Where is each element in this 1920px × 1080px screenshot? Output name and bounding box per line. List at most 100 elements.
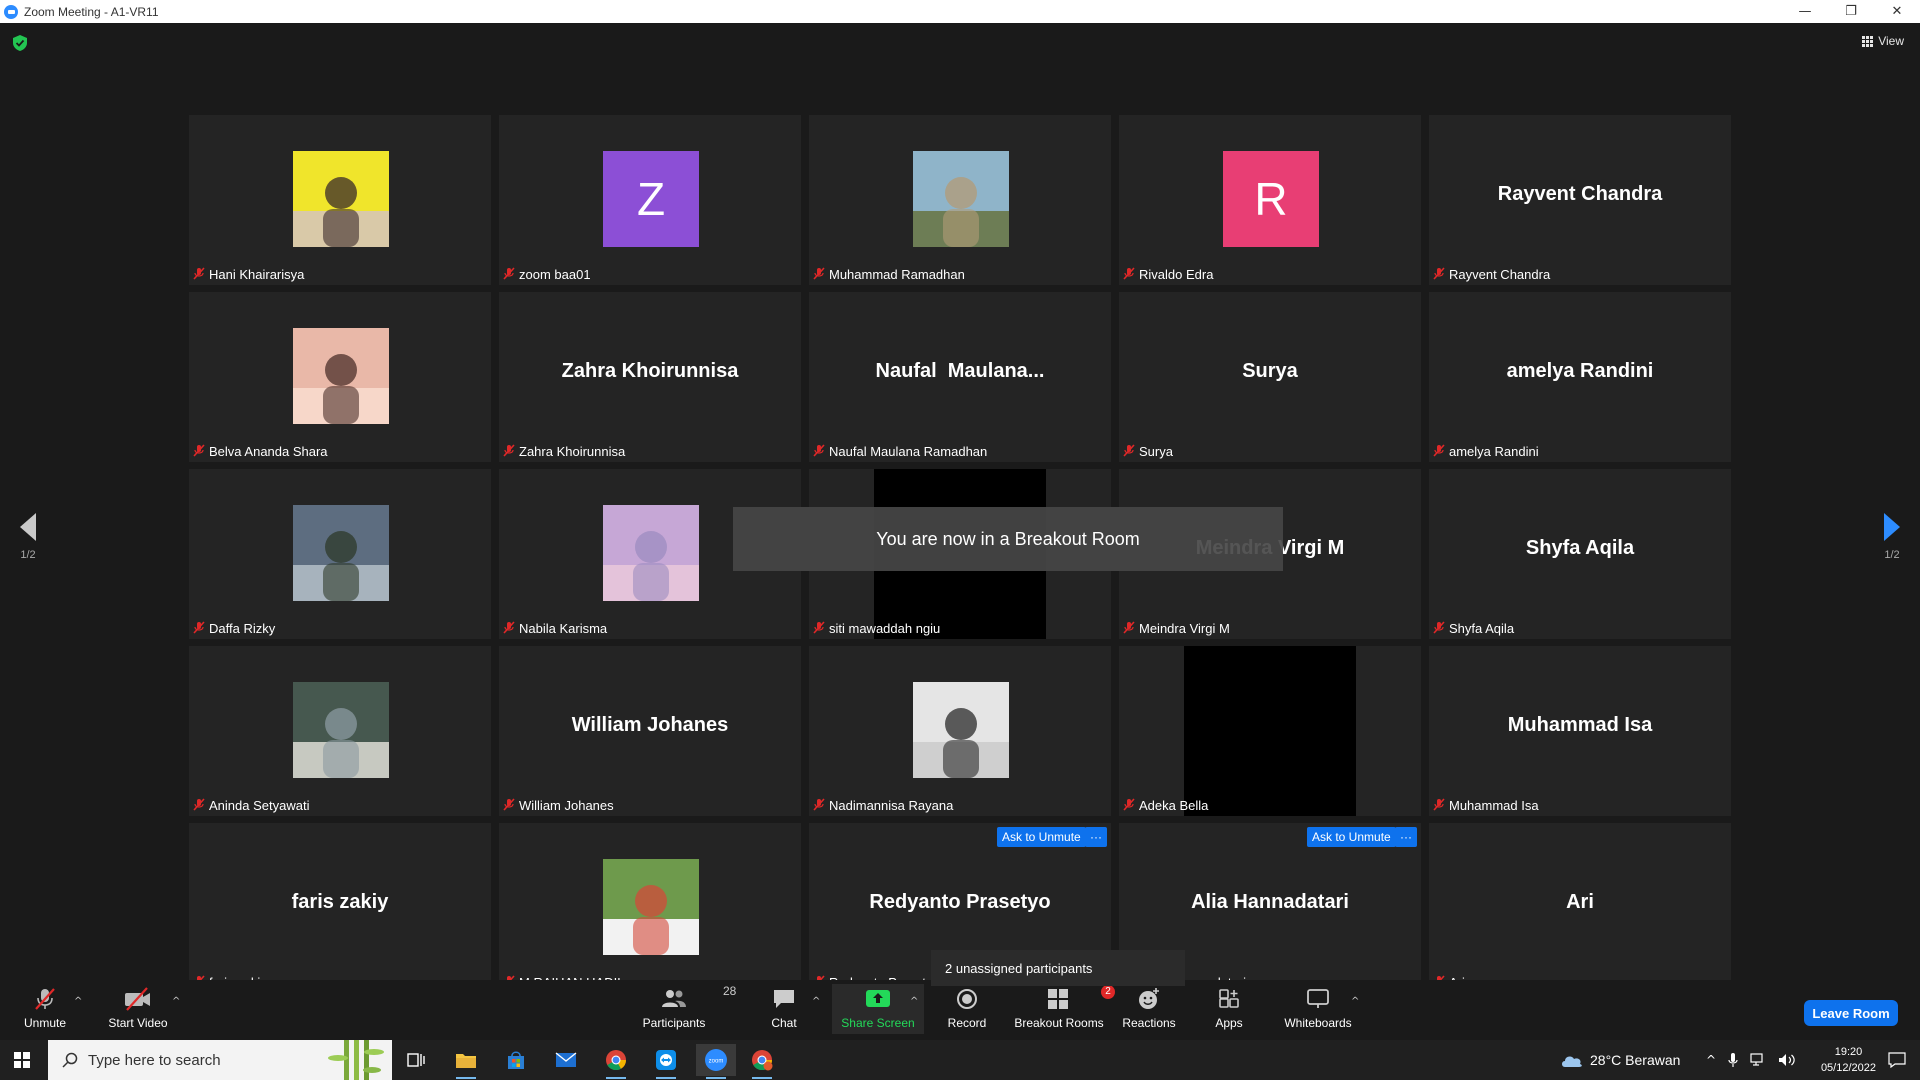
tray-microphone-icon[interactable] (1728, 1052, 1738, 1068)
security-shield-icon[interactable] (13, 35, 27, 51)
windows-start-icon[interactable] (14, 1052, 30, 1068)
participant-tile[interactable]: Muhammad Ramadhan (809, 115, 1111, 285)
unmute-label: Unmute (23, 1016, 67, 1030)
participant-display-name: Rayvent Chandra (1497, 183, 1663, 205)
more-options-button[interactable]: ··· (1085, 827, 1107, 847)
taskbar-clock[interactable]: 19:20 05/12/2022 (1821, 1044, 1876, 1076)
file-explorer-icon[interactable] (450, 1044, 482, 1079)
participant-tile[interactable]: Rayvent Chandra Rayvent Chandra (1429, 115, 1731, 285)
participant-tile[interactable]: Belva Ananda Shara (189, 292, 491, 462)
participant-name: Meindra Virgi M (1139, 621, 1230, 636)
view-label: View (1878, 34, 1904, 48)
next-page-button[interactable]: 1/2 (1872, 513, 1912, 561)
search-placeholder: Type here to search (88, 1051, 221, 1069)
muted-mic-icon (503, 443, 515, 460)
breakout-rooms-button[interactable]: 2 Breakout Rooms (1014, 985, 1115, 1030)
whiteboard-options-caret-icon[interactable]: ^ (1351, 996, 1359, 1007)
weather-widget[interactable]: 28°C Berawan (1560, 1040, 1680, 1080)
participant-tile[interactable]: Zzoom baa01 (499, 115, 801, 285)
participant-tile[interactable]: R Rivaldo Edra (1119, 115, 1421, 285)
muted-mic-icon (1123, 443, 1135, 460)
tray-overflow-chevron-icon[interactable]: ^ (1706, 1053, 1716, 1067)
share-options-caret-icon[interactable]: ^ (910, 996, 918, 1007)
participant-tile[interactable]: Aninda Setyawati (189, 646, 491, 816)
chrome-icon[interactable] (600, 1044, 632, 1079)
reactions-label: Reactions (1122, 1016, 1176, 1030)
muted-mic-icon (1123, 266, 1135, 283)
participant-tile[interactable]: Adeka Bella (1119, 646, 1421, 816)
chrome-profile-icon[interactable] (746, 1044, 778, 1079)
close-button[interactable]: ✕ (1874, 0, 1920, 23)
arrow-left-icon (20, 513, 36, 541)
participant-tile[interactable]: Hani Khairarisya (189, 115, 491, 285)
minimize-button[interactable]: — (1782, 0, 1828, 23)
start-video-label: Start Video (108, 1016, 168, 1030)
participant-display-name: Surya (1242, 360, 1298, 382)
zoom-taskbar-icon[interactable]: zoom (696, 1044, 736, 1079)
participant-name-label: Belva Ananda Shara (193, 443, 328, 460)
avatar-photo (293, 328, 389, 424)
participant-name: Aninda Setyawati (209, 798, 310, 813)
participant-tile[interactable]: amelya Randini amelya Randini (1429, 292, 1731, 462)
participant-tile[interactable]: Naufal Maulana... Naufal Maulana Ramadhan (809, 292, 1111, 462)
previous-page-button[interactable]: 1/2 (8, 513, 48, 561)
participants-button[interactable]: 28 Participants (629, 984, 737, 1030)
participant-name: Rivaldo Edra (1139, 267, 1214, 282)
participant-tile[interactable]: Surya Surya (1119, 292, 1421, 462)
breakout-rooms-icon (1048, 989, 1068, 1009)
participant-tile[interactable]: Zahra Khoirunnisa Zahra Khoirunnisa (499, 292, 801, 462)
arrow-right-icon (1884, 513, 1900, 541)
share-screen-button[interactable]: Share Screen (832, 984, 924, 1034)
chat-button[interactable]: Chat (739, 986, 829, 1030)
participant-tile[interactable]: Nadimannisa Rayana (809, 646, 1111, 816)
muted-mic-icon (503, 797, 515, 814)
participant-tile[interactable]: Muhammad Isa Muhammad Isa (1429, 646, 1731, 816)
participant-tile[interactable]: William Johanes William Johanes (499, 646, 801, 816)
participant-name-label: Naufal Maulana Ramadhan (813, 443, 987, 460)
restore-button[interactable]: ❐ (1828, 0, 1874, 23)
notifications-icon[interactable] (1888, 1052, 1906, 1068)
network-icon[interactable] (1750, 1053, 1766, 1067)
audio-options-caret-icon[interactable]: ^ (74, 996, 82, 1007)
participant-tile[interactable]: Daffa Rizky (189, 469, 491, 639)
task-view-icon[interactable] (400, 1044, 432, 1076)
microphone-muted-icon (35, 988, 55, 1010)
whiteboards-button[interactable]: Whiteboards (1273, 986, 1363, 1030)
participant-tile[interactable]: AriAri (1429, 823, 1731, 993)
volume-icon[interactable] (1778, 1053, 1796, 1067)
record-button[interactable]: Record (922, 986, 1012, 1030)
participant-tile[interactable]: Shyfa Aqila Shyfa Aqila (1429, 469, 1731, 639)
participant-name: Shyfa Aqila (1449, 621, 1515, 636)
start-video-button[interactable]: Start Video (93, 986, 183, 1030)
microsoft-store-icon[interactable] (500, 1044, 532, 1076)
teamviewer-icon[interactable] (650, 1044, 682, 1079)
unmute-button[interactable]: Unmute (0, 986, 90, 1030)
participant-name-label: Muhammad Ramadhan (813, 266, 965, 283)
search-icon (62, 1052, 78, 1068)
view-button[interactable]: View (1862, 34, 1904, 48)
mail-icon[interactable] (550, 1044, 582, 1076)
participants-count: 28 (723, 984, 737, 998)
avatar-letter: R (1223, 151, 1319, 247)
muted-mic-icon (193, 620, 205, 637)
participant-tile[interactable]: M.RAIHAN HADIL (499, 823, 801, 993)
participant-name: Muhammad Ramadhan (829, 267, 965, 282)
avatar-photo (603, 505, 699, 601)
ask-to-unmute-button[interactable]: Ask to Unmute (997, 827, 1086, 847)
taskbar-search-box[interactable]: Type here to search (48, 1040, 392, 1080)
video-options-caret-icon[interactable]: ^ (172, 996, 180, 1007)
share-screen-icon (866, 990, 890, 1007)
windows-taskbar: Type here to search zoom 28°C Berawan ^ … (0, 1040, 1920, 1080)
participant-name: Zahra Khoirunnisa (519, 444, 626, 459)
leave-room-button[interactable]: Leave Room (1804, 1000, 1898, 1026)
participant-display-name: faris zakiy (291, 891, 389, 913)
participant-tile[interactable]: faris zakiyfaris zakiy (189, 823, 491, 993)
video-off-icon (125, 987, 150, 1011)
more-options-button[interactable]: ··· (1395, 827, 1417, 847)
participant-display-name: Shyfa Aqila (1525, 537, 1635, 559)
participant-name-label: zoom baa01 (503, 266, 591, 283)
ask-to-unmute-button[interactable]: Ask to Unmute (1307, 827, 1396, 847)
reactions-button[interactable]: Reactions (1104, 986, 1194, 1030)
participants-icon (662, 990, 686, 1007)
apps-button[interactable]: Apps (1184, 986, 1274, 1030)
